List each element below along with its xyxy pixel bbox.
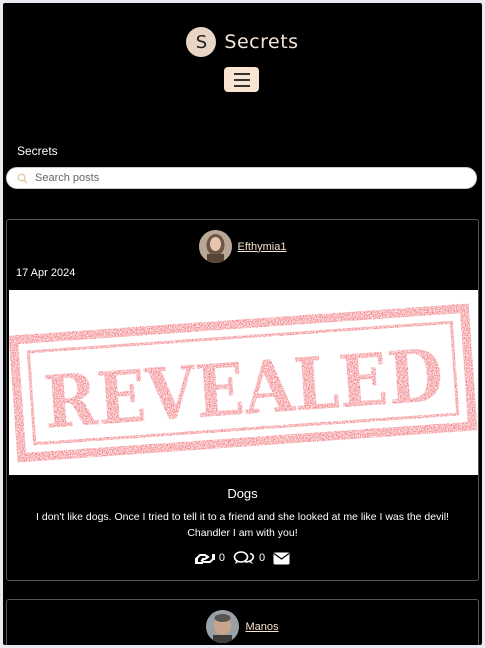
avatar[interactable] (198, 230, 232, 263)
brand-logo: S (186, 27, 217, 57)
navbar-toggle-button[interactable] (224, 67, 259, 92)
post-card: Efthymia1 17 Apr 2024 REVEALED Dogs I do… (6, 219, 479, 581)
post-body: I don't like dogs. Once I tried to tell … (36, 511, 449, 539)
post-card: Manos (6, 599, 479, 645)
hamburger-icon-line (233, 84, 250, 87)
envelope-icon[interactable] (273, 552, 290, 565)
post-author: Efthymia1 (7, 230, 478, 263)
brand-name: Secrets (224, 31, 299, 53)
post-title: Dogs (227, 486, 258, 501)
search-bar[interactable] (6, 167, 477, 189)
comment-count: 0 (259, 552, 266, 564)
author-link[interactable]: Efthymia1 (238, 241, 287, 253)
like-count: 0 (218, 552, 225, 564)
hamburger-icon-line (233, 78, 250, 81)
post-date: 17 Apr 2024 (16, 267, 76, 279)
brand[interactable]: S Secrets (3, 27, 482, 57)
search-icon (13, 173, 31, 184)
comments-icon[interactable] (233, 550, 255, 566)
post-actions: 0 0 (7, 550, 478, 566)
avatar[interactable] (206, 610, 240, 643)
search-input[interactable] (33, 171, 457, 185)
post-image[interactable]: REVEALED (8, 290, 478, 475)
hands-helping-icon[interactable] (194, 551, 215, 566)
app-frame: S Secrets Secrets Ef (3, 3, 482, 645)
hamburger-icon-line (233, 72, 250, 75)
post-author: Manos (7, 610, 478, 643)
author-link[interactable]: Manos (245, 621, 278, 633)
page-title: Secrets (17, 144, 58, 158)
